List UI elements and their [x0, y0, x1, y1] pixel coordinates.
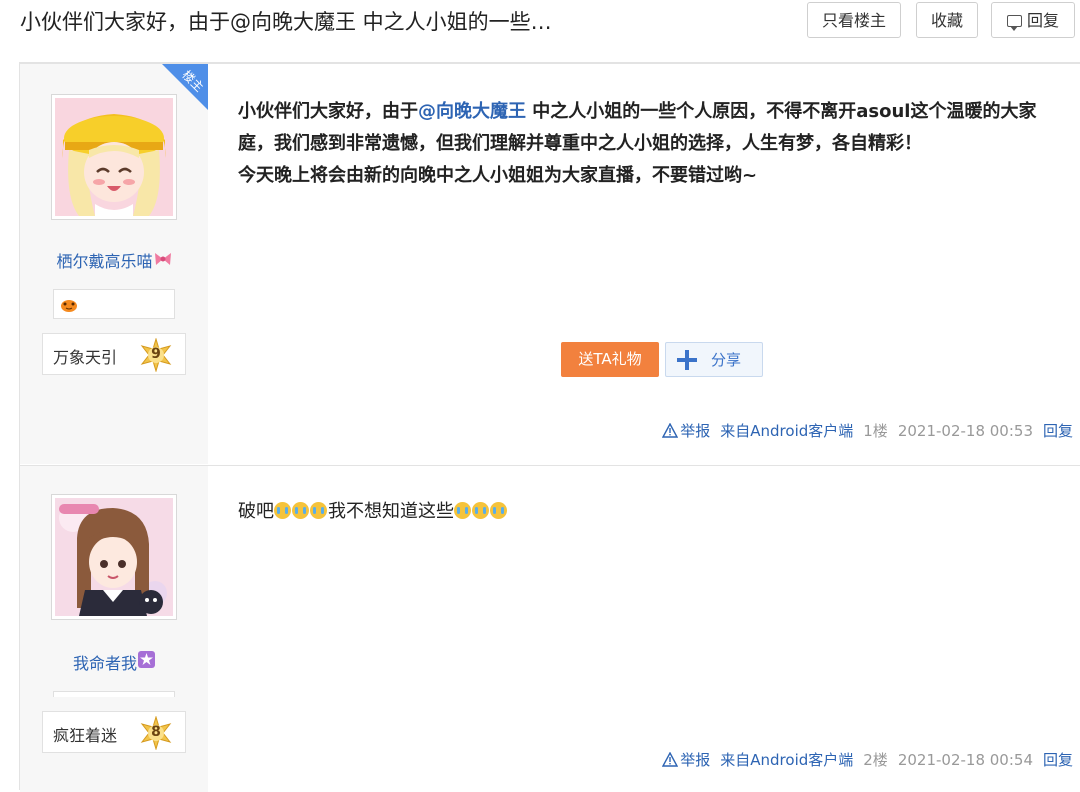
cheer-icon — [61, 300, 77, 312]
crying-emoji-icon — [454, 502, 471, 519]
mention-link[interactable]: @向晚大魔王 — [418, 101, 526, 122]
fan-badge[interactable] — [53, 289, 175, 319]
report-link[interactable]: 举报 — [662, 422, 710, 440]
level-name: 万象天引 — [53, 348, 118, 367]
favorite-button[interactable]: 收藏 — [916, 2, 978, 38]
post-content: 破吧 我不想知道这些 — [238, 496, 508, 528]
post-meta: 举报 来自Android客户端 1楼 2021-02-18 00:53 回复 — [662, 420, 1073, 441]
thread-title: 小伙伴们大家好，由于@向晚大魔王 中之人小姐的一些… — [20, 10, 552, 34]
send-gift-button[interactable]: 送TA礼物 — [561, 342, 659, 377]
warning-icon — [662, 423, 679, 438]
level-number: 9 — [151, 346, 161, 362]
post-time: 2021-02-18 00:54 — [897, 751, 1033, 769]
floor-number: 1楼 — [863, 422, 888, 440]
author-panel: 栖尔戴高乐喵 万象天引 9 — [20, 64, 208, 464]
level-number: 8 — [151, 724, 161, 740]
author-panel: 我命者我 疯狂着迷 8 — [20, 466, 208, 792]
post-reply-link[interactable]: 回复 — [1043, 422, 1073, 440]
level-star-icon: 8 — [139, 716, 173, 750]
reply-button-label: 回复 — [1026, 11, 1059, 30]
content-text: 我不想知道这些 — [328, 501, 454, 522]
post-meta: 举报 来自Android客户端 2楼 2021-02-18 00:54 回复 — [662, 749, 1073, 770]
post-content: 小伙伴们大家好，由于@向晚大魔王 中之人小姐的一些个人原因，不得不离开asoul… — [238, 96, 1068, 192]
reply-button[interactable]: 回复 — [991, 2, 1075, 38]
warning-icon — [662, 752, 679, 767]
post-time: 2021-02-18 00:53 — [897, 422, 1033, 440]
post-item: 栖尔戴高乐喵 万象天引 9 楼主 小伙伴们大家好，由于@向晚大魔王 中之人小姐的… — [20, 64, 1080, 464]
level-badge[interactable]: 疯狂着迷 8 — [42, 711, 186, 753]
crying-emoji-icon — [310, 502, 327, 519]
post-list: 栖尔戴高乐喵 万象天引 9 楼主 小伙伴们大家好，由于@向晚大魔王 中之人小姐的… — [19, 62, 1080, 792]
source-link[interactable]: 来自Android客户端 — [720, 422, 853, 440]
op-badge: 楼主 — [148, 64, 208, 124]
content-text: 今天晚上将会由新的向晚中之人小姐姐为大家直播，不要错过哟~ — [238, 165, 758, 186]
content-text: 小伙伴们大家好，由于 — [238, 101, 418, 122]
badge-icon — [138, 651, 155, 668]
crying-emoji-icon — [292, 502, 309, 519]
level-badge[interactable]: 万象天引 9 — [42, 333, 186, 375]
source-link[interactable]: 来自Android客户端 — [720, 751, 853, 769]
floor-number: 2楼 — [863, 751, 888, 769]
level-star-icon: 9 — [139, 338, 173, 372]
share-plus-icon — [677, 350, 697, 370]
author-name[interactable]: 栖尔戴高乐喵 — [20, 248, 208, 272]
author-name[interactable]: 我命者我 — [20, 650, 208, 674]
post-reply-link[interactable]: 回复 — [1043, 751, 1073, 769]
reply-icon — [1006, 15, 1022, 31]
crying-emoji-icon — [490, 502, 507, 519]
crying-emoji-icon — [274, 502, 291, 519]
thread-header: 小伙伴们大家好，由于@向晚大魔王 中之人小姐的一些… 只看楼主 收藏 回复 — [0, 0, 1080, 62]
crying-emoji-icon — [472, 502, 489, 519]
only-op-button[interactable]: 只看楼主 — [807, 2, 901, 38]
post-item: 我命者我 疯狂着迷 8 破吧 我不想知道这些 举报 来自Android客户端 2楼 20… — [20, 465, 1080, 792]
content-text: 破吧 — [238, 501, 274, 522]
avatar[interactable] — [51, 494, 177, 620]
bow-icon — [154, 253, 171, 265]
share-button[interactable]: 分享 — [665, 342, 763, 377]
fan-badge — [53, 691, 175, 697]
report-link[interactable]: 举报 — [662, 751, 710, 769]
level-name: 疯狂着迷 — [53, 726, 118, 745]
share-label: 分享 — [711, 351, 742, 369]
